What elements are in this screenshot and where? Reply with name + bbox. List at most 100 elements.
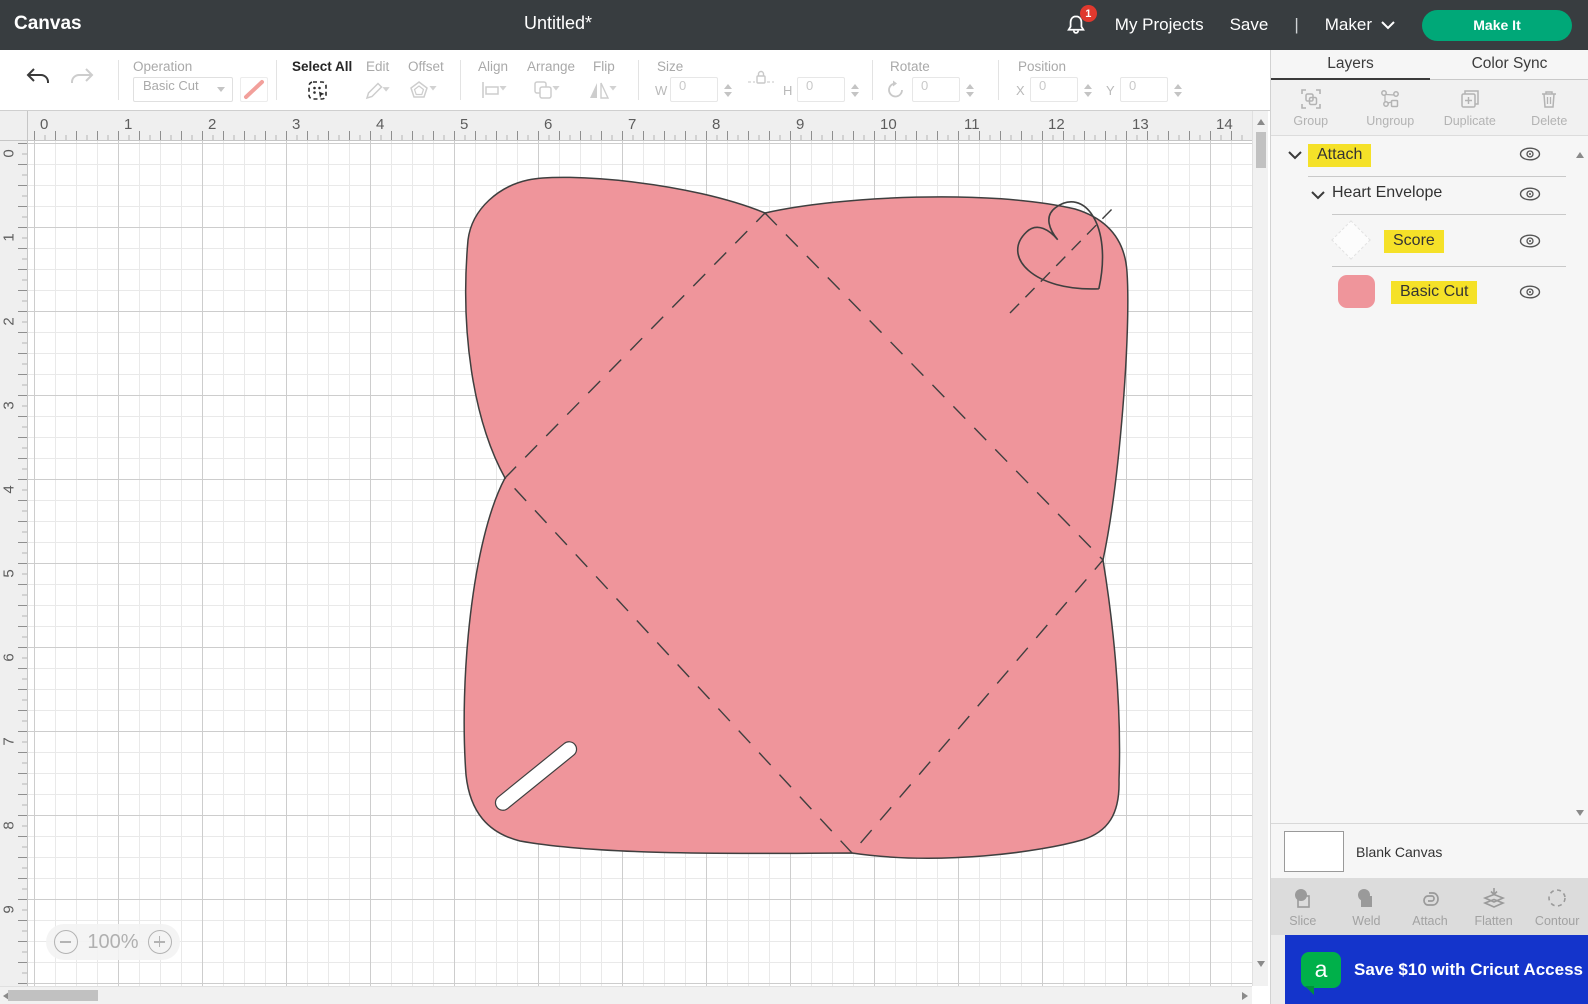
document-title[interactable]: Untitled* xyxy=(524,13,592,34)
x-stepper[interactable] xyxy=(1082,78,1094,102)
tab-layers[interactable]: Layers xyxy=(1271,50,1430,80)
redo-icon xyxy=(71,68,94,83)
undo-button[interactable] xyxy=(24,66,52,90)
trash-icon xyxy=(1542,91,1557,108)
tab-color-sync[interactable]: Color Sync xyxy=(1430,50,1588,80)
offset-button[interactable] xyxy=(408,79,444,103)
group-label: Group xyxy=(1293,114,1329,128)
scroll-up-icon[interactable] xyxy=(1257,119,1265,125)
toolbar-divider xyxy=(276,60,277,100)
ruler-number: 2 xyxy=(208,116,217,133)
ruler-number: 6 xyxy=(0,653,18,662)
delete-button[interactable]: Delete xyxy=(1510,80,1588,135)
rotate-stepper[interactable] xyxy=(964,78,976,102)
height-input[interactable]: 0 xyxy=(797,77,845,102)
canvas-objects xyxy=(463,176,1129,859)
ruler-number: 0 xyxy=(0,149,18,158)
ungroup-button[interactable]: Ungroup xyxy=(1351,80,1431,135)
ruler-number: 7 xyxy=(628,116,637,133)
contour-label: Contour xyxy=(1534,913,1580,928)
machine-selector[interactable]: Maker xyxy=(1325,15,1396,35)
align-label: Align xyxy=(478,59,509,74)
rotate-icon[interactable] xyxy=(885,79,907,101)
flatten-button[interactable]: Flatten xyxy=(1462,878,1526,935)
ruler-number: 3 xyxy=(0,401,18,410)
visibility-toggle[interactable] xyxy=(1518,283,1542,301)
width-label: W xyxy=(655,83,668,98)
scroll-right-icon[interactable] xyxy=(1242,992,1248,1000)
scroll-down-icon[interactable] xyxy=(1257,961,1265,967)
arrange-button[interactable] xyxy=(531,79,567,103)
vertical-scrollbar[interactable] xyxy=(1252,111,1268,986)
zoom-out-button[interactable] xyxy=(54,930,79,954)
layer-row-score[interactable]: Score xyxy=(1271,218,1575,266)
operation-value: Basic Cut xyxy=(143,78,199,93)
redo-button[interactable] xyxy=(68,66,96,90)
panel-scroll-up-icon[interactable] xyxy=(1576,152,1584,158)
blank-canvas-swatch[interactable] xyxy=(1284,831,1344,872)
ruler-number: 8 xyxy=(712,116,721,133)
duplicate-button[interactable]: Duplicate xyxy=(1430,80,1510,135)
visibility-toggle[interactable] xyxy=(1518,232,1542,250)
height-stepper[interactable] xyxy=(849,78,861,102)
save-link[interactable]: Save xyxy=(1230,15,1269,35)
ruler-number: 9 xyxy=(796,116,805,133)
make-it-button[interactable]: Make It xyxy=(1422,9,1572,41)
slice-label: Slice xyxy=(1289,913,1317,928)
chevron-down-icon xyxy=(1381,21,1395,30)
horizontal-scroll-thumb[interactable] xyxy=(8,990,98,1001)
chevron-down-icon[interactable] xyxy=(1311,191,1325,200)
layer-label-heart-envelope[interactable]: Heart Envelope xyxy=(1332,184,1442,202)
y-input[interactable]: 0 xyxy=(1120,77,1168,102)
blank-canvas-row[interactable]: Blank Canvas xyxy=(1271,823,1588,878)
rotate-input[interactable]: 0 xyxy=(912,77,960,102)
ruler-number: 4 xyxy=(376,116,385,133)
edit-button[interactable] xyxy=(362,80,396,102)
slice-button[interactable]: Slice xyxy=(1271,878,1335,935)
layer-row-heart-envelope[interactable]: Heart Envelope xyxy=(1271,182,1575,214)
ruler-number: 5 xyxy=(0,569,18,578)
horizontal-scrollbar[interactable] xyxy=(0,986,1252,1004)
select-all-button[interactable] xyxy=(306,79,330,103)
ruler-horizontal: 0 1 2 3 4 5 6 7 8 9 10 11 12 13 14 xyxy=(28,111,1252,141)
operation-dropdown[interactable]: Basic Cut xyxy=(133,77,233,102)
x-input[interactable]: 0 xyxy=(1030,77,1078,102)
visibility-toggle[interactable] xyxy=(1518,185,1542,203)
weld-button[interactable]: Weld xyxy=(1335,878,1399,935)
flip-button[interactable] xyxy=(588,79,624,103)
layer-label-attach[interactable]: Attach xyxy=(1308,144,1372,167)
ruler-number: 13 xyxy=(1132,116,1149,133)
align-button[interactable] xyxy=(478,79,514,103)
layer-row-attach[interactable]: Attach xyxy=(1271,142,1575,174)
size-label: Size xyxy=(657,59,684,74)
score-thumbnail xyxy=(1331,220,1371,260)
layer-label-basic-cut[interactable]: Basic Cut xyxy=(1391,281,1478,304)
visibility-toggle[interactable] xyxy=(1518,145,1542,163)
top-header: Canvas Untitled* 1 My Projects Save | Ma… xyxy=(0,0,1588,50)
y-stepper[interactable] xyxy=(1172,78,1184,102)
group-button[interactable]: Group xyxy=(1271,80,1351,135)
my-projects-link[interactable]: My Projects xyxy=(1115,15,1204,35)
vertical-scroll-thumb[interactable] xyxy=(1256,132,1266,168)
contour-button[interactable]: Contour xyxy=(1525,878,1588,935)
layer-label-score[interactable]: Score xyxy=(1384,230,1444,253)
layer-row-basic-cut[interactable]: Basic Cut xyxy=(1271,271,1575,317)
page-title: Canvas xyxy=(14,13,82,34)
lock-icon[interactable] xyxy=(746,68,776,86)
slice-icon xyxy=(1294,888,1310,908)
flatten-icon xyxy=(1482,887,1505,908)
color-swatch-button[interactable] xyxy=(240,77,268,102)
ruler-number: 5 xyxy=(460,116,469,133)
panel-scroll-down-icon[interactable] xyxy=(1576,810,1584,816)
blank-canvas-label: Blank Canvas xyxy=(1356,844,1443,860)
width-input[interactable]: 0 xyxy=(670,77,718,102)
width-stepper[interactable] xyxy=(722,78,734,102)
edit-toolbar: Operation Basic Cut Select All Edit Offs… xyxy=(0,50,1270,111)
chevron-down-icon xyxy=(217,87,225,92)
notifications-button[interactable]: 1 xyxy=(1063,5,1097,38)
attach-button[interactable]: Attach xyxy=(1398,878,1462,935)
pencil-icon xyxy=(365,82,390,100)
zoom-in-button[interactable] xyxy=(147,930,172,954)
cricut-access-banner[interactable]: a Save $10 with Cricut Access xyxy=(1285,935,1588,1004)
chevron-down-icon[interactable] xyxy=(1288,151,1302,160)
